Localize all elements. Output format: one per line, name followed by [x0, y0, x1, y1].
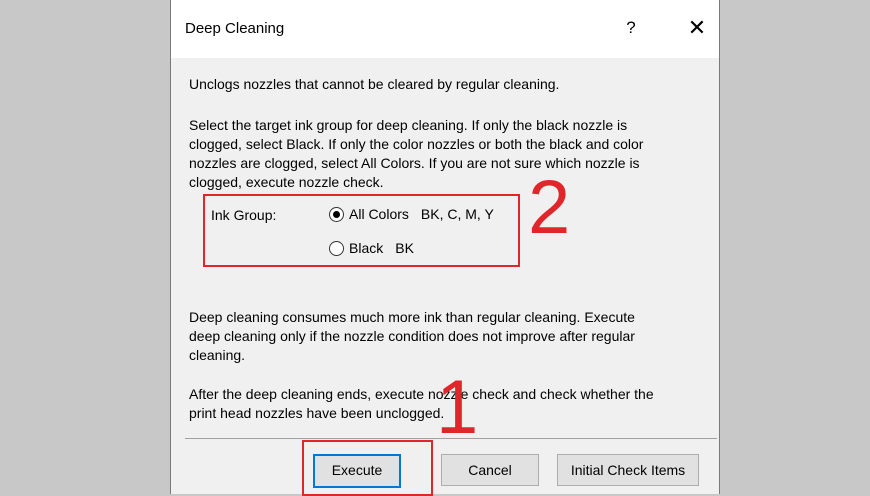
ink-group-highlight-box	[203, 194, 520, 267]
intro-text: Unclogs nozzles that cannot be cleared b…	[189, 76, 560, 92]
instruction-line: clogged, execute nozzle check.	[189, 174, 384, 190]
instruction-line: Select the target ink group for deep cle…	[189, 117, 628, 133]
warning-text: Deep cleaning consumes much more ink tha…	[189, 308, 717, 365]
select-instructions: Select the target ink group for deep cle…	[189, 116, 717, 192]
close-button[interactable]: ✕	[683, 14, 711, 42]
step-2-label: 2	[528, 165, 571, 250]
help-button[interactable]: ?	[619, 16, 643, 40]
step-1-label: 1	[436, 365, 479, 450]
warning-line: cleaning.	[189, 347, 246, 363]
dialog-title: Deep Cleaning	[185, 20, 285, 37]
cancel-button[interactable]: Cancel	[441, 454, 539, 486]
warning-line: Deep cleaning consumes much more ink tha…	[189, 309, 635, 325]
execute-highlight-box	[302, 440, 433, 496]
initial-check-items-button[interactable]: Initial Check Items	[557, 454, 699, 486]
title-bar: Deep Cleaning ? ✕	[171, 0, 719, 58]
instruction-line: clogged, select Black. If only the color…	[189, 136, 644, 152]
warning-line: deep cleaning only if the nozzle conditi…	[189, 328, 635, 344]
instruction-line: nozzles are clogged, select All Colors. …	[189, 155, 640, 171]
